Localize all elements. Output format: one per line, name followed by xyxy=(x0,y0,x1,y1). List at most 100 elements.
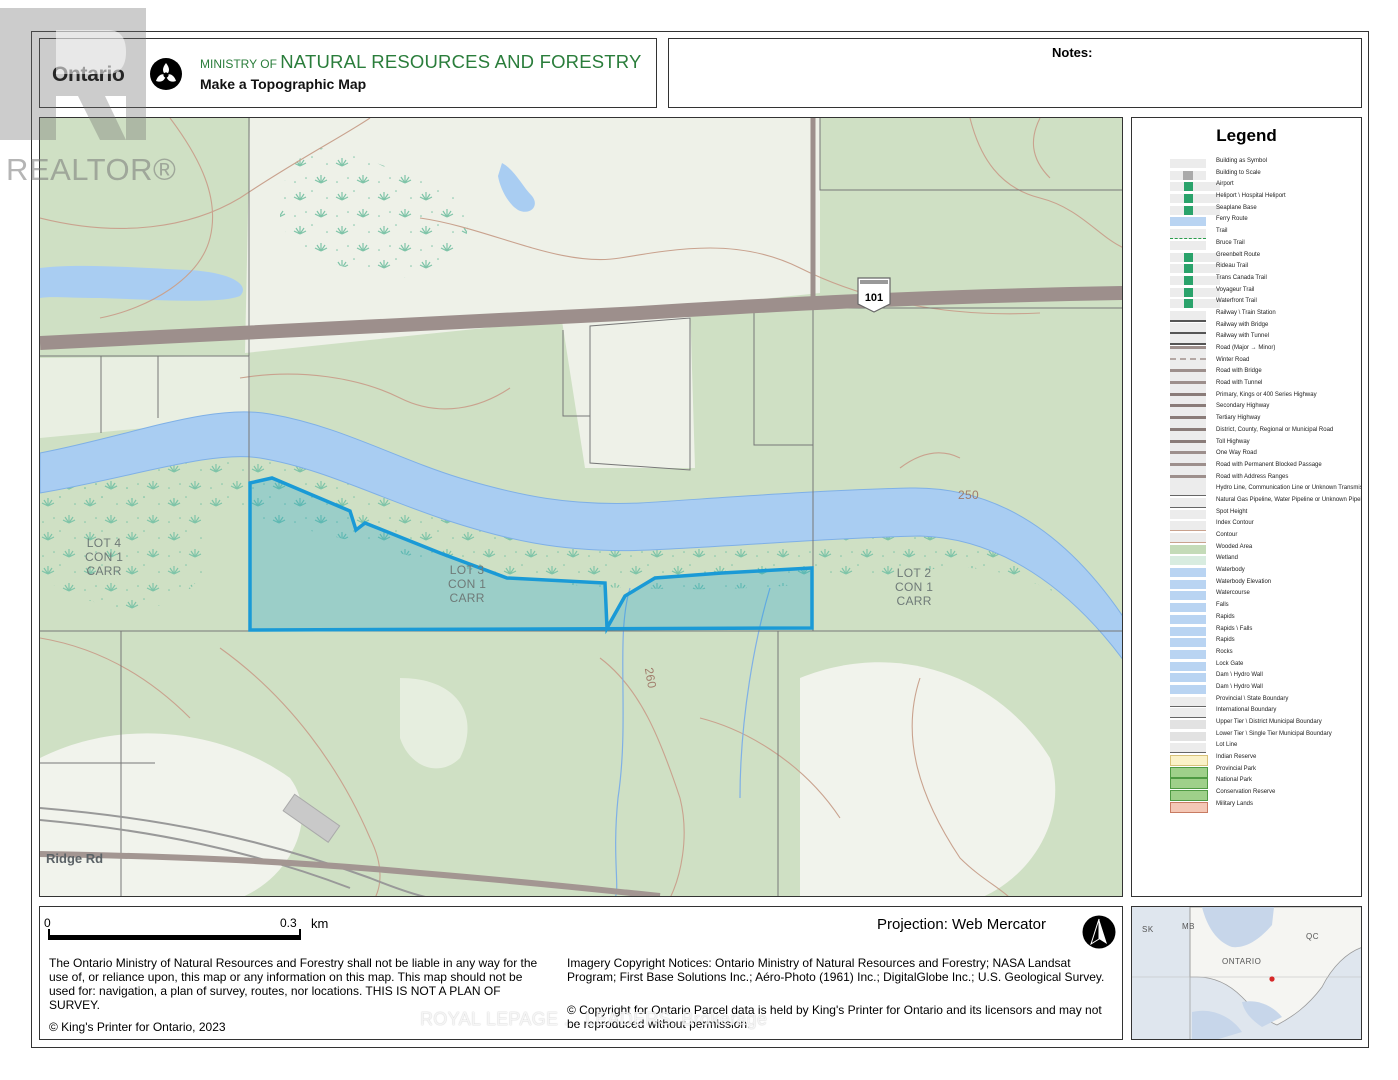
notes-label: Notes: xyxy=(1052,45,1093,60)
legend-symbol-icon xyxy=(1170,497,1206,508)
projection-label: Projection: Web Mercator xyxy=(877,916,1046,933)
scale-bar xyxy=(48,935,301,940)
legend-symbol-icon xyxy=(1170,661,1206,671)
realtor-watermark-text: REALTOR® xyxy=(6,152,177,187)
legend-symbol-icon xyxy=(1170,790,1208,802)
inset-label: QC xyxy=(1306,932,1319,941)
legend-item: Road with Permanent Blocked Passage xyxy=(1170,462,1360,475)
legend-item: Railway \ Train Station xyxy=(1170,310,1360,322)
legend-item: Natural Gas Pipeline, Water Pipeline or … xyxy=(1170,496,1362,509)
lot-label: LOT 3 CON 1 CARR xyxy=(448,563,487,605)
legend-item: Road with Bridge xyxy=(1170,368,1360,382)
legend-item-label: Building to Scale xyxy=(1216,169,1261,176)
map-canvas: 101 xyxy=(40,118,1122,896)
legend-symbol-icon xyxy=(1170,533,1206,543)
legend-symbol-icon xyxy=(1170,614,1206,624)
legend-item-label: Airport xyxy=(1216,181,1234,188)
legend-symbol-icon xyxy=(1170,334,1206,346)
legend-item-label: Trail xyxy=(1216,228,1228,235)
legend-item: Indian Reserve xyxy=(1170,754,1360,767)
legend-item-label: Waterbody xyxy=(1216,567,1245,574)
legend-item-label: Wooded Area xyxy=(1216,543,1253,550)
contour-label: 250 xyxy=(958,488,979,502)
north-arrow-icon xyxy=(1082,915,1116,949)
legend-item: Falls xyxy=(1170,602,1360,614)
legend-symbol-icon xyxy=(1170,229,1206,240)
legend-item-label: Lock Gate xyxy=(1216,660,1244,667)
map-subtitle: Make a Topographic Map xyxy=(200,76,367,92)
inset-label: SK xyxy=(1142,925,1154,934)
legend-item-label: Winter Road xyxy=(1216,356,1250,363)
legend-item: Conservation Reserve xyxy=(1170,789,1360,802)
legend-item: Seaplane Base xyxy=(1170,205,1360,217)
legend-item: Lock Gate xyxy=(1170,661,1360,673)
legend-item: Building to Scale xyxy=(1170,170,1360,182)
legend-item: Railway with Tunnel xyxy=(1170,333,1360,346)
legend-item: Road with Address Ranges xyxy=(1170,474,1360,487)
legend-item: Lower Tier \ Single Tier Municipal Bound… xyxy=(1170,731,1360,743)
legend-item: Bruce Trail xyxy=(1170,240,1360,252)
legend-item-label: International Boundary xyxy=(1216,707,1277,714)
legend-item-label: Dam \ Hydro Wall xyxy=(1216,672,1263,679)
legend-symbol-icon xyxy=(1170,766,1208,778)
legend-symbol-icon xyxy=(1170,638,1206,648)
legend-item: National Park xyxy=(1170,777,1360,790)
legend-symbol-icon xyxy=(1170,264,1220,274)
legend-item-label: Voyageur Trail xyxy=(1216,286,1255,293)
legend-symbol-icon xyxy=(1170,275,1220,285)
legend-item-label: Index Contour xyxy=(1216,520,1254,527)
legend-item-label: Natural Gas Pipeline, Water Pipeline or … xyxy=(1216,496,1362,503)
legend-item-label: Dam \ Hydro Wall xyxy=(1216,683,1263,690)
notes-panel: Notes: xyxy=(668,38,1362,108)
legend-item-label: Heliport \ Hospital Heliport xyxy=(1216,193,1286,200)
legend-item-label: Lower Tier \ Single Tier Municipal Bound… xyxy=(1216,730,1332,737)
legend-symbol-icon xyxy=(1170,357,1206,369)
legend-item: Rideau Trail xyxy=(1170,263,1360,275)
legend-item-label: Contour xyxy=(1216,532,1238,538)
legend-item: Voyageur Trail xyxy=(1170,287,1360,299)
legend-item-label: One Way Road xyxy=(1216,450,1257,457)
legend-item: Contour xyxy=(1170,532,1360,544)
legend-item: Rapids xyxy=(1170,637,1360,649)
legend-item: One Way Road xyxy=(1170,450,1360,464)
legend-symbol-icon xyxy=(1170,696,1206,707)
legend-item: Airport xyxy=(1170,181,1360,193)
legend-symbol-icon xyxy=(1170,322,1206,334)
legend-symbol-icon xyxy=(1170,299,1220,309)
legend-item: Wetland xyxy=(1170,555,1360,567)
topographic-map[interactable]: 101 LOT 4 CON 1 CARR LOT 3 CON 1 CARR LOT 2C… xyxy=(39,117,1123,897)
legend-item: Winter Road xyxy=(1170,357,1360,369)
legend-symbol-icon xyxy=(1170,684,1206,694)
legend-symbol-icon xyxy=(1170,579,1206,589)
location-marker xyxy=(1269,976,1275,982)
legend-item: Railway with Bridge xyxy=(1170,322,1360,334)
legend-item: Road (Major → Minor) xyxy=(1170,345,1360,358)
legend-item-label: District, County, Regional or Municipal … xyxy=(1216,426,1334,433)
legend-symbol-icon xyxy=(1170,240,1206,250)
legend-item-label: Secondary Highway xyxy=(1216,403,1270,410)
legend-item: Waterbody Elevation xyxy=(1170,579,1360,591)
scale-end-label: 0.3 xyxy=(280,916,297,930)
legend-symbol-icon xyxy=(1170,778,1208,790)
legend-symbol-icon xyxy=(1170,556,1206,566)
legend-symbol-icon xyxy=(1170,509,1206,519)
legend-item: Waterbody xyxy=(1170,567,1360,579)
legend-item-label: Railway with Tunnel xyxy=(1216,333,1270,340)
legend-title: Legend xyxy=(1216,126,1277,145)
legend-item-label: Seaplane Base xyxy=(1216,204,1257,211)
inset-label: MB xyxy=(1182,922,1195,931)
lot-label: LOT 2 CON 1 CARR xyxy=(895,566,934,608)
legend-item-label: Ferry Route xyxy=(1216,216,1248,223)
legend-item: Lot Line xyxy=(1170,742,1360,754)
legend-symbol-icon xyxy=(1170,731,1206,741)
legend-symbol-icon xyxy=(1170,673,1206,683)
legend-symbol-icon xyxy=(1170,287,1220,297)
legend-item: Rapids \ Falls xyxy=(1170,626,1360,638)
legend-item: Primary, Kings or 400 Series Highway xyxy=(1170,392,1360,405)
legend-item-label: Bruce Trail xyxy=(1216,239,1245,246)
legend-symbol-icon xyxy=(1170,310,1206,322)
legend-item: Toll Highway xyxy=(1170,439,1360,452)
legend-symbol-icon xyxy=(1170,708,1206,719)
inset-label: ONTARIO xyxy=(1222,957,1262,966)
legend-item-label: Road with Tunnel xyxy=(1216,380,1263,387)
